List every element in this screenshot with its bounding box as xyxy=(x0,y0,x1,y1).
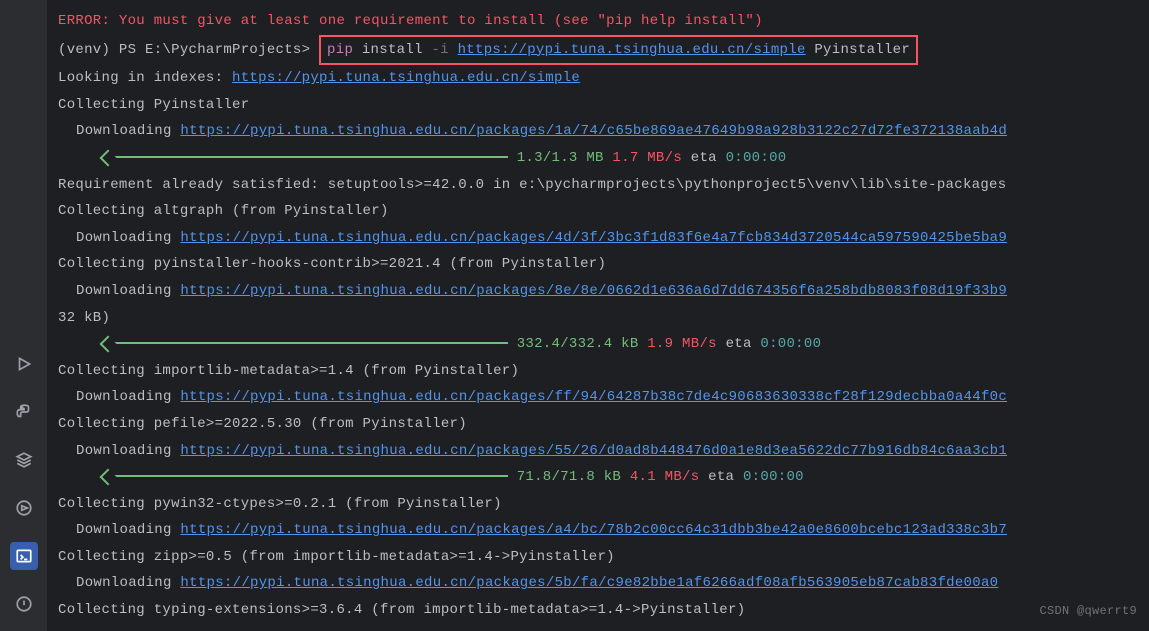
command-line: (venv) PS E:\PycharmProjects> pip instal… xyxy=(58,35,1139,66)
download-line: Downloading https://pypi.tuna.tsinghua.e… xyxy=(58,118,1139,145)
looking-line: Looking in indexes: https://pypi.tuna.ts… xyxy=(58,65,1139,92)
collect-line: Collecting altgraph (from Pyinstaller) xyxy=(58,198,1139,225)
progress-line: 71.8/71.8 kB 4.1 MB/s eta 0:00:00 xyxy=(58,464,1139,491)
progress-bar xyxy=(108,342,508,344)
index-url[interactable]: https://pypi.tuna.tsinghua.edu.cn/simple xyxy=(458,42,806,58)
collect-line: Collecting pefile>=2022.5.30 (from Pyins… xyxy=(58,411,1139,438)
collect-line: Collecting pywin32-ctypes>=0.2.1 (from P… xyxy=(58,491,1139,518)
layers-icon[interactable] xyxy=(10,446,38,474)
download-line: Downloading https://pypi.tuna.tsinghua.e… xyxy=(58,384,1139,411)
package-link[interactable]: https://pypi.tuna.tsinghua.edu.cn/packag… xyxy=(180,283,1007,299)
collect-line: Collecting zipp>=0.5 (from importlib-met… xyxy=(58,544,1139,571)
package-link[interactable]: https://pypi.tuna.tsinghua.edu.cn/packag… xyxy=(180,522,1007,538)
services-icon[interactable] xyxy=(10,494,38,522)
package-link[interactable]: https://pypi.tuna.tsinghua.edu.cn/packag… xyxy=(180,123,1007,139)
error-line: ERROR: You must give at least one requir… xyxy=(58,8,1139,35)
download-line: Downloading https://pypi.tuna.tsinghua.e… xyxy=(58,278,1139,305)
flag: -i xyxy=(431,42,448,58)
left-toolbar xyxy=(0,0,48,631)
package-link[interactable]: https://pypi.tuna.tsinghua.edu.cn/packag… xyxy=(180,389,1007,405)
progress-line: 1.3/1.3 MB 1.7 MB/s eta 0:00:00 xyxy=(58,145,1139,172)
download-line: Downloading https://pypi.tuna.tsinghua.e… xyxy=(58,517,1139,544)
collect-line: Collecting pyinstaller-hooks-contrib>=20… xyxy=(58,251,1139,278)
python-icon[interactable] xyxy=(10,398,38,426)
progress-bar xyxy=(108,156,508,158)
terminal-icon[interactable] xyxy=(10,542,38,570)
highlighted-command: pip install -i https://pypi.tuna.tsinghu… xyxy=(319,35,918,66)
collect-line: Collecting importlib-metadata>=1.4 (from… xyxy=(58,358,1139,385)
download-line: Downloading https://pypi.tuna.tsinghua.e… xyxy=(58,570,1139,597)
problems-icon[interactable] xyxy=(10,590,38,618)
terminal-output[interactable]: ERROR: You must give at least one requir… xyxy=(48,0,1149,631)
download-line: Downloading https://pypi.tuna.tsinghua.e… xyxy=(58,225,1139,252)
progress-bar xyxy=(108,475,508,477)
package-link[interactable]: https://pypi.tuna.tsinghua.edu.cn/packag… xyxy=(180,230,1007,246)
collect-line: Collecting typing-extensions>=3.6.4 (fro… xyxy=(58,597,1139,624)
run-icon[interactable] xyxy=(10,350,38,378)
watermark: CSDN @qwerrt9 xyxy=(1039,600,1137,623)
package-link[interactable]: https://pypi.tuna.tsinghua.edu.cn/packag… xyxy=(180,443,1007,459)
index-link[interactable]: https://pypi.tuna.tsinghua.edu.cn/simple xyxy=(232,70,580,86)
requirement-line: Requirement already satisfied: setuptool… xyxy=(58,172,1139,199)
collect-line: Collecting Pyinstaller xyxy=(58,92,1139,119)
package-link[interactable]: https://pypi.tuna.tsinghua.edu.cn/packag… xyxy=(180,575,998,591)
pip-keyword: pip xyxy=(327,42,353,58)
download-line: Downloading https://pypi.tuna.tsinghua.e… xyxy=(58,438,1139,465)
progress-line: 332.4/332.4 kB 1.9 MB/s eta 0:00:00 xyxy=(58,331,1139,358)
size-line: 32 kB) xyxy=(58,305,1139,332)
prompt: (venv) PS E:\PycharmProjects> xyxy=(58,42,310,58)
